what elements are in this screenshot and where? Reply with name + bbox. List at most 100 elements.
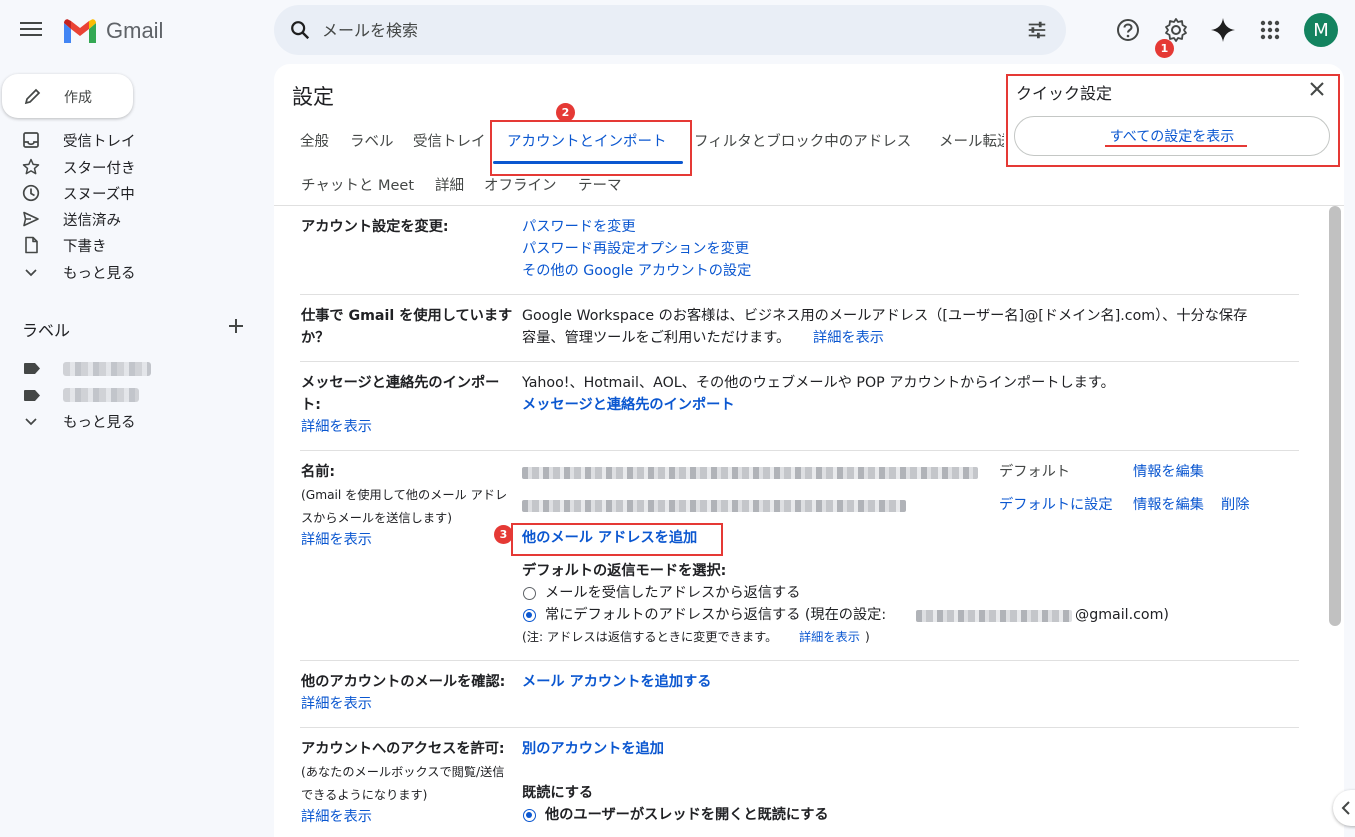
account-avatar[interactable]: M bbox=[1304, 13, 1338, 47]
main-menu-icon[interactable] bbox=[18, 18, 44, 44]
blurred-label-name[interactable] bbox=[63, 362, 151, 376]
import-details-link[interactable]: 詳細を表示 bbox=[301, 416, 372, 438]
highlight-add-address bbox=[511, 523, 723, 556]
check-mail-label: 他のアカウントのメールを確認: bbox=[301, 674, 506, 690]
check-mail-details-link[interactable]: 詳細を表示 bbox=[301, 693, 372, 715]
workspace-details-link[interactable]: 詳細を表示 bbox=[813, 327, 884, 349]
sidebar-item-starred[interactable]: スター付き bbox=[0, 154, 260, 180]
edit-info-link[interactable]: 情報を編集 bbox=[1133, 461, 1204, 483]
add-another-account-link[interactable]: 別のアカウントを追加 bbox=[522, 738, 664, 760]
import-text: Yahoo!、Hotmail、AOL、その他のウェブメールや POP アカウント… bbox=[522, 375, 1115, 391]
grant-access-details-link[interactable]: 詳細を表示 bbox=[301, 806, 372, 828]
mark-read-radio[interactable] bbox=[523, 809, 536, 822]
tabs-divider bbox=[274, 205, 1344, 206]
delete-address-link[interactable]: 削除 bbox=[1221, 494, 1249, 516]
row-divider bbox=[300, 450, 1299, 451]
sidebar-item-drafts[interactable]: 下書き bbox=[0, 232, 260, 258]
mark-read-title: 既読にする bbox=[522, 785, 594, 801]
tab-inbox[interactable]: 受信トレイ bbox=[413, 130, 486, 151]
sidebar-item-sent[interactable]: 送信済み bbox=[0, 206, 260, 232]
file-icon bbox=[25, 236, 38, 254]
row-divider bbox=[300, 727, 1299, 728]
tab-offline[interactable]: オフライン bbox=[484, 174, 557, 195]
tab-forwarding[interactable]: メール転送 bbox=[939, 130, 1012, 151]
reply-from-default-radio[interactable] bbox=[523, 609, 536, 622]
name-details-link[interactable]: 詳細を表示 bbox=[301, 529, 372, 551]
reply-from-received-radio[interactable] bbox=[523, 587, 536, 600]
app-name: Gmail bbox=[106, 18, 164, 43]
sidebar-item-label: 受信トレイ bbox=[63, 134, 136, 150]
mark-read-option: 他のユーザーがスレッドを開くと既読にする bbox=[545, 807, 829, 823]
workspace-label: 仕事で Gmail を使用しています bbox=[301, 308, 513, 324]
side-panel-toggle[interactable] bbox=[1333, 790, 1355, 826]
add-mail-account-link[interactable]: メール アカウントを追加する bbox=[522, 671, 711, 693]
reply-option-2: 常にデフォルトのアドレスから返信する (現在の設定: bbox=[545, 607, 887, 623]
step-badge-1: 1 bbox=[1155, 39, 1174, 58]
help-icon[interactable] bbox=[1115, 17, 1141, 43]
labels-heading: ラベル bbox=[22, 321, 71, 340]
tab-chat-meet[interactable]: チャットと Meet bbox=[301, 174, 414, 195]
sidebar-item-inbox[interactable]: 受信トレイ bbox=[0, 127, 260, 153]
gemini-sparkle-icon[interactable] bbox=[1210, 17, 1236, 43]
page-title: 設定 bbox=[292, 85, 334, 109]
gmail-logo[interactable]: Gmail bbox=[62, 16, 163, 46]
reply-note-details-link[interactable]: 詳細を表示 bbox=[799, 626, 860, 648]
row-divider bbox=[300, 294, 1299, 295]
tab-themes[interactable]: テーマ bbox=[578, 174, 622, 195]
label-tag-icon bbox=[24, 363, 40, 374]
add-label-icon[interactable] bbox=[226, 316, 246, 336]
labels-more[interactable]: もっと見る bbox=[0, 408, 260, 434]
import-label-cont: ト: bbox=[301, 397, 321, 413]
google-account-settings-link[interactable]: その他の Google アカウントの設定 bbox=[522, 260, 751, 282]
sidebar-item-label: 下書き bbox=[63, 239, 107, 255]
scrollbar-thumb[interactable] bbox=[1329, 206, 1341, 626]
apps-grid-icon[interactable] bbox=[1257, 17, 1283, 43]
tab-labels[interactable]: ラベル bbox=[350, 130, 394, 151]
highlight-accounts-tab bbox=[490, 120, 692, 176]
sidebar-item-label: スヌーズ中 bbox=[63, 187, 135, 203]
step-badge-2: 2 bbox=[556, 103, 575, 122]
default-badge: デフォルト bbox=[999, 464, 1070, 480]
tab-filters[interactable]: フィルタとブロック中のアドレス bbox=[694, 130, 911, 151]
sidebar-item-more[interactable]: もっと見る bbox=[0, 259, 260, 285]
search-options-icon[interactable] bbox=[1026, 19, 1048, 41]
account-settings-label: アカウント設定を変更: bbox=[301, 219, 449, 235]
search-bar[interactable] bbox=[274, 5, 1066, 55]
change-password-link[interactable]: パスワードを変更 bbox=[522, 216, 636, 238]
sidebar-item-snoozed[interactable]: スヌーズ中 bbox=[0, 180, 260, 206]
reply-note-end: ) bbox=[865, 630, 870, 644]
blurred-email-address bbox=[522, 500, 906, 512]
inbox-icon bbox=[23, 132, 39, 148]
import-messages-link[interactable]: メッセージと連絡先のインポート bbox=[522, 394, 735, 416]
current-address-suffix: @gmail.com) bbox=[1075, 607, 1169, 623]
compose-button[interactable]: 作成 bbox=[2, 74, 133, 118]
reply-note: (注: アドレスは返信するときに変更できます。 bbox=[522, 630, 778, 644]
row-divider bbox=[300, 361, 1299, 362]
blurred-email-address bbox=[522, 467, 978, 479]
edit-info-link-2[interactable]: 情報を編集 bbox=[1133, 494, 1204, 516]
search-input[interactable] bbox=[322, 18, 982, 42]
send-icon bbox=[23, 211, 39, 227]
reply-mode-title: デフォルトの返信モードを選択: bbox=[522, 563, 727, 579]
tab-general[interactable]: 全般 bbox=[300, 130, 329, 151]
name-sub-cont: スからメールを送信します) bbox=[301, 511, 453, 525]
highlight-quick-settings bbox=[1006, 74, 1340, 167]
blurred-label-name[interactable] bbox=[63, 388, 139, 402]
sidebar-item-label: もっと見る bbox=[63, 266, 136, 282]
tab-advanced[interactable]: 詳細 bbox=[435, 174, 464, 195]
workspace-label-cont: か？ bbox=[301, 330, 330, 346]
grant-access-label: アカウントへのアクセスを許可: bbox=[301, 741, 505, 757]
grant-access-sub-cont: できるようになります) bbox=[301, 788, 428, 802]
search-icon[interactable] bbox=[289, 19, 311, 41]
name-label: 名前: bbox=[301, 464, 336, 480]
label-tag-icon bbox=[24, 390, 40, 401]
grant-access-sub: (あなたのメールボックスで閲覧/送信 bbox=[301, 765, 505, 779]
compose-label: 作成 bbox=[64, 90, 92, 106]
change-recovery-link[interactable]: パスワード再設定オプションを変更 bbox=[522, 238, 749, 260]
star-icon bbox=[22, 158, 40, 175]
import-label: メッセージと連絡先のインポー bbox=[301, 375, 500, 391]
chevron-down-icon bbox=[25, 269, 37, 277]
labels-more-label: もっと見る bbox=[63, 415, 136, 431]
top-bar: Gmail 1 M bbox=[0, 0, 1355, 64]
set-default-link[interactable]: デフォルトに設定 bbox=[999, 494, 1113, 516]
